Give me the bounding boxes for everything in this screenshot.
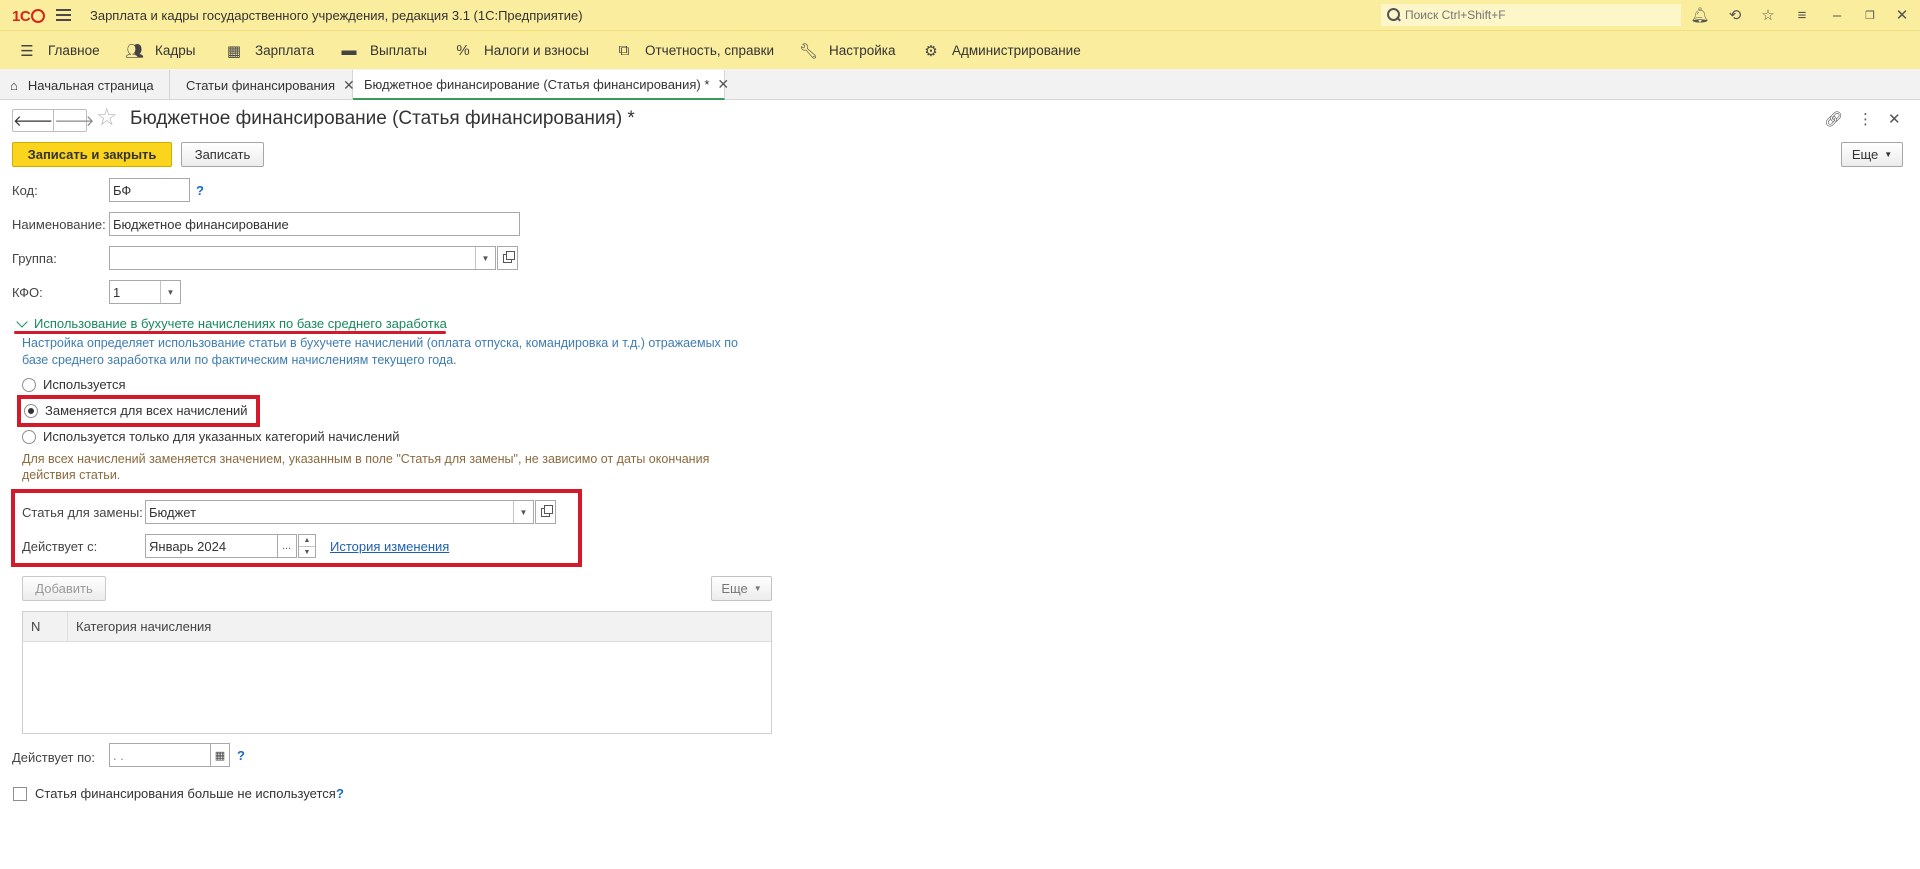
kfo-field[interactable]: 1 ▼ bbox=[109, 280, 181, 304]
not-used-checkbox[interactable]: Статья финансирования больше не использу… bbox=[13, 786, 336, 801]
app-title: Зарплата и кадры государственного учрежд… bbox=[90, 8, 583, 23]
favorites-star-icon[interactable]: ☆ bbox=[1758, 5, 1778, 25]
section-admin[interactable]: ⚙ Администрирование bbox=[922, 31, 1080, 70]
home-icon: ⌂ bbox=[10, 77, 18, 93]
open-icon[interactable] bbox=[497, 246, 518, 270]
open-icon[interactable] bbox=[535, 500, 556, 524]
radio-button[interactable] bbox=[22, 429, 36, 444]
minimize-icon[interactable]: – bbox=[1827, 5, 1847, 25]
replace-item-label: Статья для замены: bbox=[22, 505, 143, 520]
period-spinner[interactable]: ▲ ▼ bbox=[298, 534, 316, 558]
dropdown-arrow-icon[interactable]: ▼ bbox=[475, 247, 495, 269]
dropdown-arrow-icon[interactable]: ▼ bbox=[160, 281, 180, 303]
section-hr[interactable]: 👥︎ Кадры bbox=[125, 31, 195, 70]
gear-icon: ⚙ bbox=[924, 42, 938, 60]
title-bar: 1С Зарплата и кадры государственного учр… bbox=[0, 0, 1920, 30]
chevron-down-icon bbox=[16, 315, 28, 328]
people-icon: 👥︎ bbox=[125, 42, 145, 60]
restore-icon[interactable]: ❐ bbox=[1860, 5, 1880, 25]
name-label: Наименование: bbox=[12, 217, 106, 232]
valid-to-field[interactable]: . . bbox=[109, 743, 211, 767]
dropdown-arrow-icon: ▼ bbox=[753, 584, 762, 593]
section-salary[interactable]: ▦ Зарплата bbox=[225, 31, 314, 70]
global-search[interactable] bbox=[1381, 4, 1681, 26]
section-settings[interactable]: 🔧︎ Настройка bbox=[799, 31, 895, 70]
calculator-icon: ▦ bbox=[226, 42, 242, 60]
tab-funding-items[interactable]: Статьи финансирования ✕ bbox=[170, 70, 355, 100]
radio-replaced-for-all[interactable]: Заменяется для всех начислений bbox=[24, 403, 248, 418]
usage-group-header[interactable]: Использование в бухучете начислениях по … bbox=[14, 315, 447, 331]
section-main[interactable]: ☰ Главное bbox=[18, 31, 99, 70]
more-menu-icon[interactable]: ≡ bbox=[1792, 5, 1812, 25]
menu-icon: ☰ bbox=[20, 42, 34, 60]
code-field[interactable]: БФ bbox=[109, 178, 190, 202]
section-taxes[interactable]: % Налоги и взносы bbox=[454, 31, 589, 70]
save-and-close-button[interactable]: Записать и закрыть bbox=[12, 142, 172, 167]
valid-to-label: Действует по: bbox=[12, 750, 95, 765]
add-button[interactable]: Добавить bbox=[22, 576, 106, 601]
wrench-icon: 🔧︎ bbox=[799, 42, 819, 60]
valid-from-label: Действует с: bbox=[22, 539, 98, 554]
bell-icon[interactable]: 🔔︎ bbox=[1690, 5, 1710, 25]
usage-description-line1: Настройка определяет использование стать… bbox=[22, 336, 738, 350]
section-reports[interactable]: ⧉ Отчетность, справки bbox=[615, 31, 774, 70]
main-menu-icon[interactable] bbox=[56, 9, 71, 21]
form-more-icon[interactable]: ⋮ bbox=[1858, 110, 1873, 128]
select-period-button[interactable]: ... bbox=[277, 534, 297, 558]
close-form-icon[interactable]: ✕ bbox=[1888, 110, 1901, 128]
history-icon[interactable]: ⟲ bbox=[1725, 5, 1745, 25]
usage-description-line2: базе среднего заработка или по фактическ… bbox=[22, 353, 457, 367]
usage-hint-line1: Для всех начислений заменяется значением… bbox=[22, 452, 710, 466]
nav-buttons: 🡐 🡒 bbox=[12, 109, 94, 132]
checkbox[interactable] bbox=[13, 786, 27, 801]
name-field[interactable]: Бюджетное финансирование bbox=[109, 212, 520, 236]
sections-panel: ☰ Главное 👥︎ Кадры ▦ Зарплата ▬ Выплаты % Нал… bbox=[0, 30, 1920, 69]
history-link[interactable]: История изменения bbox=[330, 539, 449, 554]
column-header-n[interactable]: N bbox=[23, 612, 68, 642]
link-icon[interactable]: 🔗︎ bbox=[1824, 110, 1843, 128]
close-tab-icon[interactable]: ✕ bbox=[717, 76, 729, 93]
radio-button[interactable] bbox=[22, 377, 36, 392]
help-icon[interactable]: ? bbox=[196, 183, 204, 198]
radio-used[interactable]: Используется bbox=[22, 377, 126, 392]
save-button[interactable]: Записать bbox=[181, 142, 264, 167]
radio-button-selected[interactable] bbox=[24, 403, 38, 418]
wallet-icon: ▬ bbox=[341, 42, 357, 59]
table-more-button[interactable]: Еще ▼ bbox=[711, 576, 772, 601]
search-input[interactable] bbox=[1405, 8, 1675, 22]
dropdown-arrow-icon[interactable]: ▼ bbox=[513, 501, 533, 523]
spin-up-icon[interactable]: ▲ bbox=[299, 535, 315, 546]
red-underline-annotation bbox=[14, 331, 446, 334]
help-icon[interactable]: ? bbox=[336, 786, 344, 801]
radio-used-for-categories[interactable]: Используется только для указанных катего… bbox=[22, 429, 399, 444]
reports-icon: ⧉ bbox=[618, 42, 630, 59]
back-arrow-icon[interactable]: 🡐 bbox=[13, 110, 53, 131]
spin-down-icon[interactable]: ▼ bbox=[299, 546, 315, 557]
column-header-category[interactable]: Категория начисления bbox=[68, 612, 771, 642]
percent-icon: % bbox=[456, 42, 470, 59]
forward-arrow-icon[interactable]: 🡒 bbox=[53, 110, 94, 131]
replace-item-field[interactable]: Бюджет ▼ bbox=[145, 500, 534, 524]
code-label: Код: bbox=[12, 183, 38, 198]
open-windows-tabs: ⌂ Начальная страница Статьи финансирован… bbox=[0, 69, 1920, 100]
calendar-icon[interactable]: ▦ bbox=[210, 743, 230, 767]
search-icon bbox=[1385, 6, 1403, 24]
kfo-label: КФО: bbox=[12, 285, 43, 300]
section-payments[interactable]: ▬ Выплаты bbox=[340, 31, 428, 70]
group-field[interactable]: ▼ bbox=[109, 246, 496, 270]
more-actions-button[interactable]: Еще ▼ bbox=[1841, 142, 1903, 167]
tab-budget-funding[interactable]: Бюджетное финансирование (Статья финанси… bbox=[353, 70, 729, 100]
favorite-star-icon[interactable]: ☆ bbox=[96, 105, 118, 131]
help-icon[interactable]: ? bbox=[237, 748, 245, 763]
form-title: Бюджетное финансирование (Статья финанси… bbox=[130, 108, 635, 129]
valid-from-field[interactable]: Январь 2024 bbox=[145, 534, 278, 558]
1c-logo: 1С bbox=[12, 8, 46, 25]
tab-home[interactable]: ⌂ Начальная страница bbox=[0, 70, 170, 100]
close-window-icon[interactable]: ✕ bbox=[1892, 5, 1912, 25]
group-label: Группа: bbox=[12, 251, 57, 266]
usage-hint-line2: действия статьи. bbox=[22, 468, 121, 482]
dropdown-arrow-icon: ▼ bbox=[1884, 150, 1893, 159]
accrual-categories-table[interactable]: N Категория начисления bbox=[22, 611, 772, 734]
